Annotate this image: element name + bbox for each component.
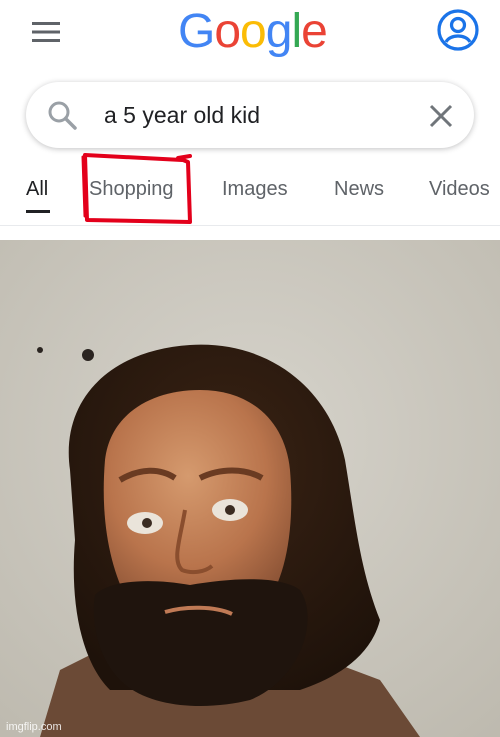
google-logo[interactable]: Google — [178, 4, 328, 60]
logo-letter: e — [301, 5, 328, 58]
active-tab-indicator — [26, 210, 50, 213]
tab-news[interactable]: News — [334, 176, 384, 202]
meme-photo: imgflip.com — [0, 240, 500, 737]
logo-letter: G — [178, 5, 215, 58]
logo-letter: o — [214, 5, 241, 58]
logo-letter: l — [291, 5, 302, 58]
tab-images[interactable]: Images — [222, 176, 288, 202]
hamburger-menu-icon[interactable] — [32, 20, 62, 44]
red-highlight-annotation — [81, 153, 192, 224]
close-icon[interactable] — [428, 103, 454, 129]
tab-all[interactable]: All — [26, 176, 48, 202]
imgflip-watermark: imgflip.com — [6, 721, 62, 733]
account-circle-icon[interactable] — [436, 8, 480, 52]
tabs-divider — [0, 225, 500, 226]
search-icon[interactable] — [46, 99, 78, 131]
search-input[interactable]: a 5 year old kid — [104, 100, 260, 130]
search-bar[interactable]: a 5 year old kid — [26, 82, 474, 148]
bearded-figure-image — [0, 240, 500, 737]
tab-videos[interactable]: Videos — [429, 176, 490, 202]
search-tabs: All Shopping Images News Videos — [0, 170, 500, 220]
logo-letter: o — [240, 5, 267, 58]
logo-letter: g — [265, 5, 293, 58]
google-header: Google a 5 year old kid All Shopping Ima… — [0, 0, 500, 230]
